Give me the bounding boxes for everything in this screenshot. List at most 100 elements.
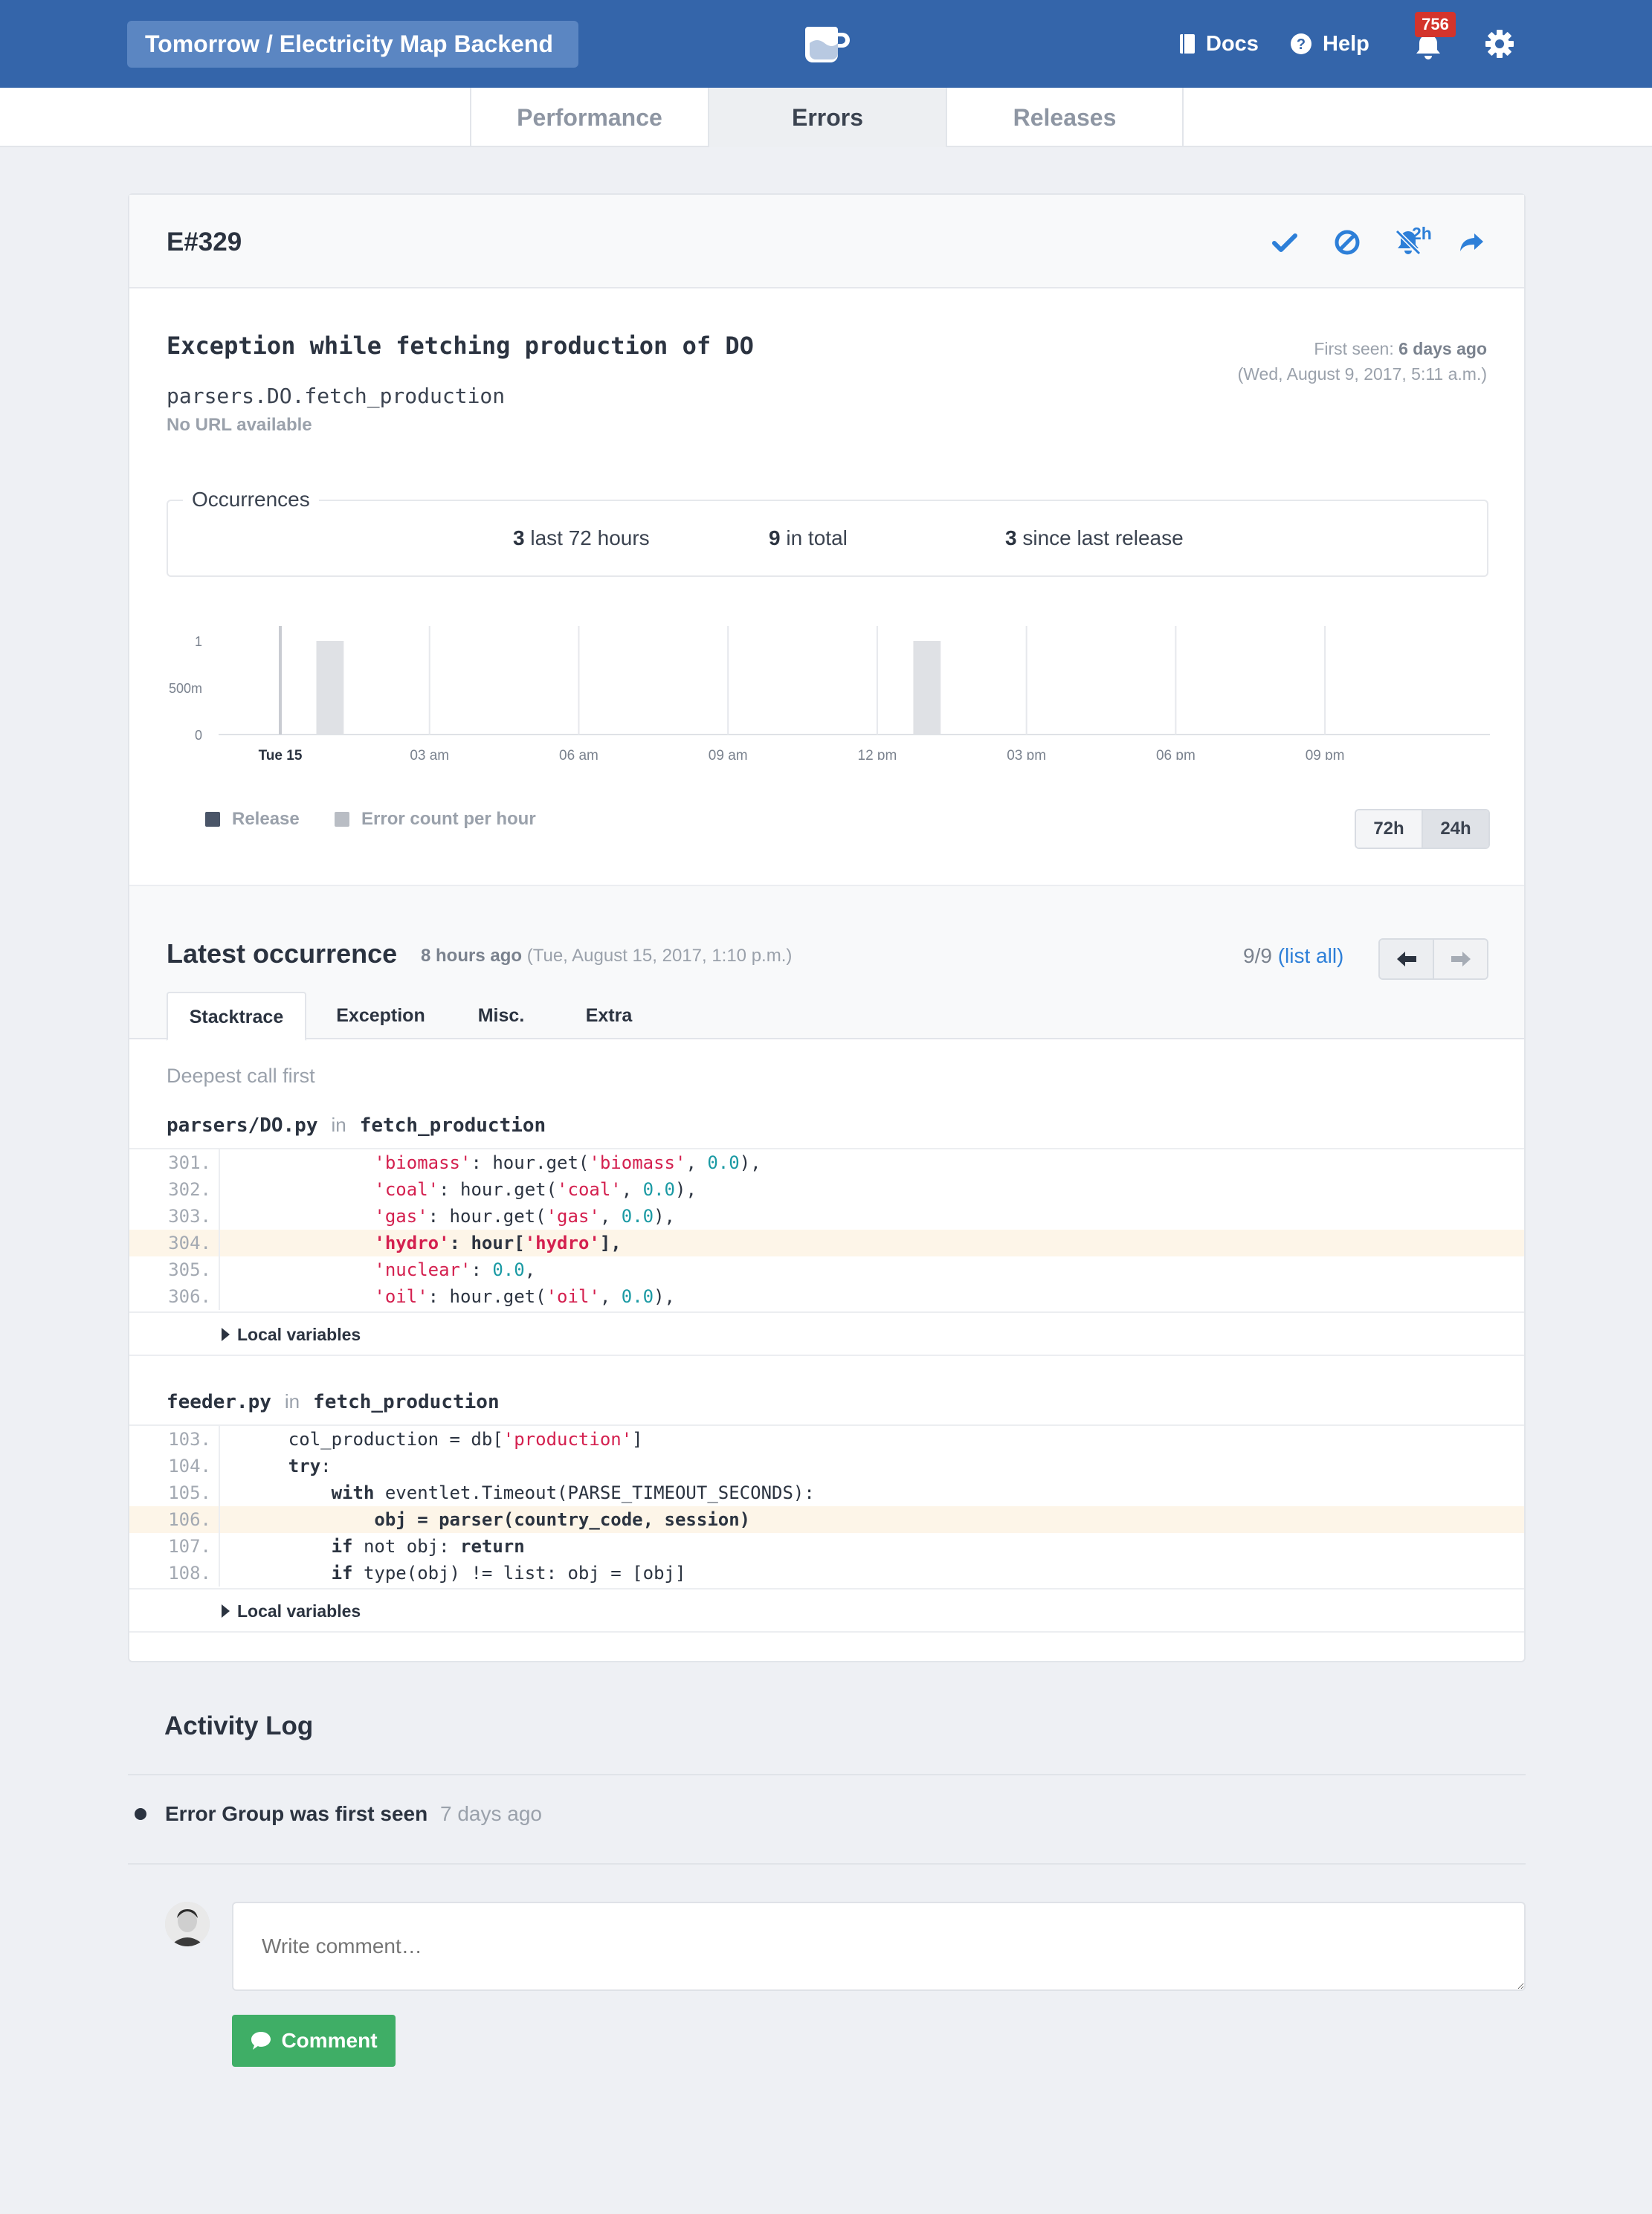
error-id: E#329: [167, 227, 242, 256]
timeline-dot: [135, 1808, 146, 1820]
frame-header: parsers/DO.py in fetch_production: [167, 1114, 546, 1137]
x-tick-label: 09 pm: [1306, 748, 1345, 760]
snooze-duration-label: 2h: [1412, 224, 1432, 243]
help-link[interactable]: ? Help: [1290, 0, 1369, 88]
local-variables-toggle[interactable]: Local variables: [129, 1311, 1524, 1356]
line-number: 104.: [168, 1456, 211, 1476]
exception-function: parsers.DO.fetch_production: [167, 384, 506, 408]
arrow-right-icon: [1451, 952, 1471, 966]
book-icon: [1180, 34, 1195, 54]
activity-event-time: 7 days ago: [440, 1802, 542, 1825]
comment-button[interactable]: Comment: [232, 2015, 396, 2067]
line-number: 303.: [168, 1206, 211, 1227]
frame-function: fetch_production: [359, 1114, 546, 1137]
tab-errors[interactable]: Errors: [708, 88, 946, 147]
frame-file[interactable]: parsers/DO.py: [167, 1114, 318, 1137]
code-line: 108. if type(obj) != list: obj = [obj]: [129, 1560, 1524, 1587]
range-toggle: 72h 24h: [1355, 809, 1490, 849]
occurrence-index: 9/9: [1243, 944, 1272, 967]
tab-releases[interactable]: Releases: [946, 88, 1184, 147]
occurrence-pager: [1378, 938, 1488, 980]
project-selector[interactable]: Tomorrow / Electricity Map Backend: [127, 21, 578, 68]
line-number: 105.: [168, 1482, 211, 1503]
code-line: 107. if not obj: return: [129, 1533, 1524, 1560]
line-number: 107.: [168, 1536, 211, 1557]
error-bar: [913, 641, 941, 735]
card-header: E#329 2h: [129, 195, 1524, 288]
occ-release-label: since last release: [1022, 526, 1184, 549]
frame-in: in: [284, 1390, 300, 1413]
occ-last72-label: last 72 hours: [530, 526, 650, 549]
occurrences-last72: 3 last 72 hours: [513, 526, 650, 550]
release-swatch: [205, 812, 220, 827]
line-number: 103.: [168, 1429, 211, 1450]
code-line: 305. 'nuclear': 0.0,: [129, 1256, 1524, 1283]
gutter: [219, 1533, 220, 1560]
tab-performance[interactable]: Performance: [470, 88, 708, 147]
main-tabs: Performance Errors Releases: [0, 88, 1652, 147]
source-code: 'gas': hour.get('gas', 0.0),: [374, 1206, 676, 1227]
source-code: 'hydro': hour['hydro'],: [374, 1233, 622, 1253]
code-line: 306. 'oil': hour.get('oil', 0.0),: [129, 1283, 1524, 1310]
gutter: [219, 1479, 220, 1506]
line-number: 305.: [168, 1259, 211, 1280]
source-code: 'nuclear': 0.0,: [374, 1259, 536, 1280]
legend-release: Release: [205, 809, 300, 830]
line-number: 106.: [168, 1509, 211, 1530]
first-seen-ago: 6 days ago: [1398, 339, 1487, 358]
latest-date: (Tue, August 15, 2017, 1:10 p.m.): [526, 946, 793, 966]
tab-extra[interactable]: Extra: [561, 992, 657, 1041]
avatar: [165, 1902, 210, 1946]
help-label: Help: [1323, 31, 1369, 56]
latest-occurrence-section: [129, 885, 1524, 989]
docs-link[interactable]: Docs: [1179, 0, 1259, 88]
tab-misc[interactable]: Misc.: [449, 992, 553, 1041]
occurrences-since-release: 3 since last release: [1005, 526, 1184, 550]
stacktrace-order-label: Deepest call first: [167, 1065, 315, 1087]
app-logo-icon[interactable]: [801, 21, 851, 67]
gutter: [219, 1560, 220, 1587]
frame-file[interactable]: feeder.py: [167, 1391, 271, 1413]
exception-title: Exception while fetching production of D…: [167, 332, 754, 360]
first-seen-date: (Wed, August 9, 2017, 5:11 a.m.): [1237, 364, 1487, 384]
url-status: No URL available: [167, 415, 312, 435]
occurrences-box: Occurrences 3 last 72 hours 9 in total 3…: [167, 488, 1488, 577]
legend-errors-label: Error count per hour: [361, 809, 536, 829]
tab-exception[interactable]: Exception: [315, 992, 446, 1041]
gutter: [219, 1203, 220, 1230]
range-72h-button[interactable]: 72h: [1356, 810, 1422, 848]
source-code: 'coal': hour.get('coal', 0.0),: [374, 1179, 697, 1200]
prev-occurrence-button[interactable]: [1380, 940, 1433, 978]
local-variables-toggle[interactable]: Local variables: [129, 1588, 1524, 1633]
range-24h-button[interactable]: 24h: [1422, 810, 1488, 848]
code-line: 302. 'coal': hour.get('coal', 0.0),: [129, 1176, 1524, 1203]
next-occurrence-button[interactable]: [1433, 940, 1487, 978]
share-arrow-icon[interactable]: [1457, 227, 1487, 257]
latest-ago: 8 hours ago: [421, 946, 523, 966]
docs-label: Docs: [1206, 31, 1259, 56]
list-all-link[interactable]: (list all): [1278, 944, 1344, 967]
line-number: 306.: [168, 1286, 211, 1307]
y-tick-label: 500m: [169, 681, 202, 696]
legend-errors: Error count per hour: [335, 809, 536, 830]
source-code: 'oil': hour.get('oil', 0.0),: [374, 1286, 676, 1307]
ignore-ban-icon[interactable]: [1332, 227, 1362, 257]
gutter: [219, 1506, 220, 1533]
line-number: 302.: [168, 1179, 211, 1200]
occurrence-tabs: Stacktrace Exception Misc. Extra: [129, 989, 1524, 1041]
gear-icon[interactable]: [1484, 28, 1515, 59]
latest-occurrence-title: Latest occurrence: [167, 938, 398, 969]
latest-occurrence-meta: 8 hours ago (Tue, August 15, 2017, 1:10 …: [421, 946, 792, 966]
comment-input[interactable]: [232, 1902, 1526, 1991]
gutter: [219, 1176, 220, 1203]
source-code: if type(obj) != list: obj = [obj]: [331, 1563, 686, 1584]
x-tick-label: 03 pm: [1007, 748, 1046, 760]
code-line: 106. obj = parser(country_code, session): [129, 1506, 1524, 1533]
resolve-check-icon[interactable]: [1270, 227, 1300, 257]
line-number: 108.: [168, 1563, 211, 1584]
code-context: 301. 'biomass': hour.get('biomass', 0.0)…: [129, 1148, 1524, 1310]
tab-stacktrace[interactable]: Stacktrace: [167, 992, 306, 1041]
divider: [128, 1863, 1526, 1865]
error-group-card: E#329 2h Exception while fetching produc…: [128, 193, 1526, 1662]
local-variables-label: Local variables: [237, 1325, 361, 1344]
